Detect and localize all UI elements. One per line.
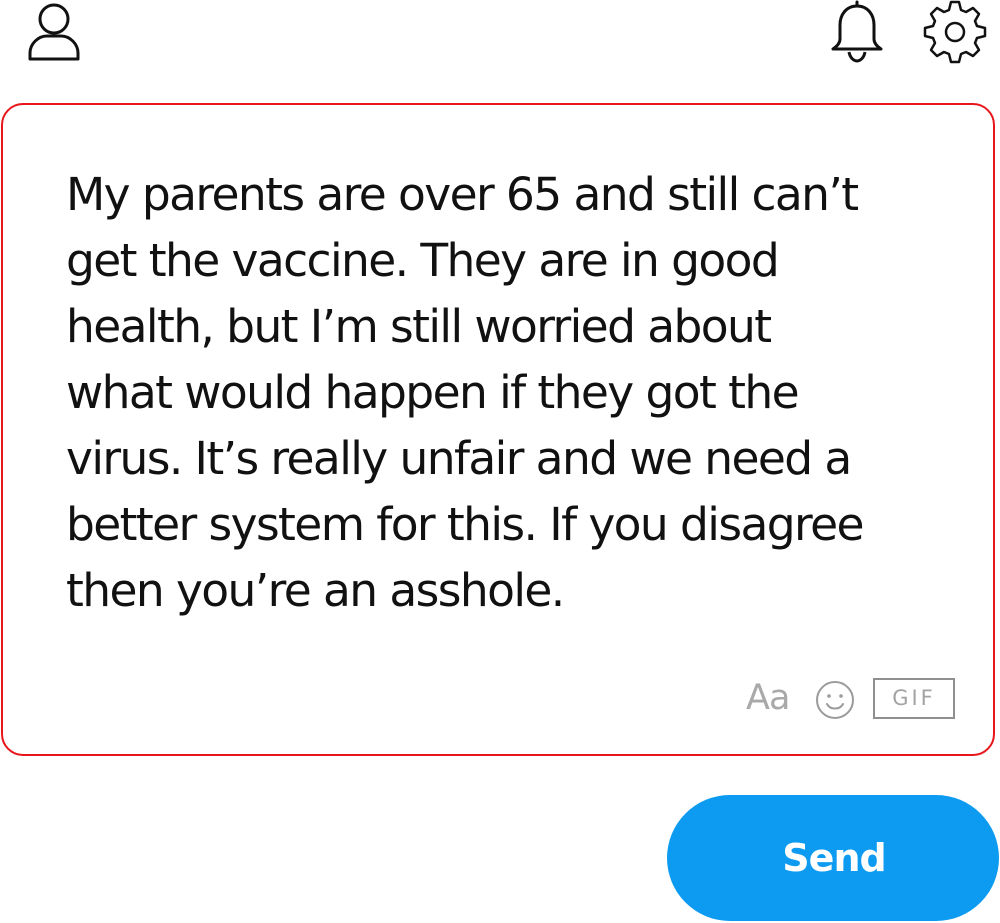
send-button[interactable]: Send [667, 795, 999, 921]
gif-button[interactable]: GIF [873, 678, 955, 719]
send-label: Send [782, 836, 886, 880]
bell-icon[interactable] [826, 0, 888, 64]
smiley-icon[interactable] [814, 679, 856, 721]
profile-icon[interactable] [27, 2, 81, 62]
gear-icon[interactable] [922, 0, 988, 64]
text-format-button[interactable]: Aa [746, 676, 790, 720]
message-text[interactable]: My parents are over 65 and still can’t g… [66, 162, 946, 624]
